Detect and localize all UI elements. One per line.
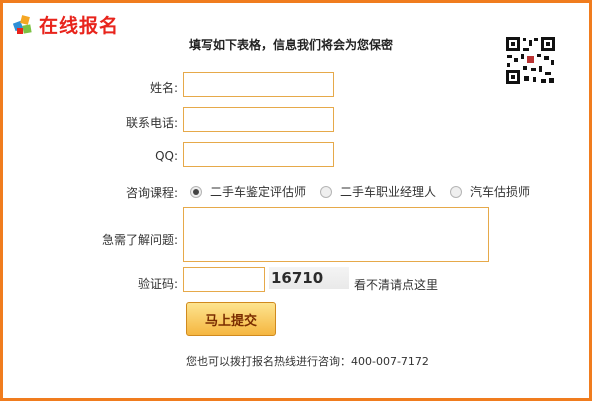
phone-input[interactable]	[183, 107, 334, 132]
name-label: 姓名:	[149, 81, 178, 95]
name-input[interactable]	[183, 72, 334, 97]
radio-button[interactable]	[190, 185, 202, 198]
qq-label: QQ:	[155, 149, 178, 163]
course-option-appraiser[interactable]: 二手车鉴定评估师	[190, 183, 306, 200]
question-label: 急需了解问题:	[101, 233, 178, 247]
radio-button[interactable]	[320, 185, 333, 198]
logo-cubes-icon	[12, 14, 35, 36]
captcha-label: 验证码:	[137, 277, 178, 291]
qq-input[interactable]	[183, 142, 334, 167]
logo: 在线报名	[12, 11, 120, 38]
course-option-label: 汽车估损师	[470, 185, 531, 199]
course-option-loss-assessor[interactable]: 汽车估损师	[450, 183, 530, 200]
hotline-text: 您也可以拨打报名热线进行咨询：400-007-7172	[186, 355, 429, 368]
captcha-image[interactable]: 16710	[269, 267, 349, 289]
course-option-manager[interactable]: 二手车职业经理人	[320, 183, 436, 200]
form-panel: 在线报名 填写如下表格，信息我们将会为您保密 姓名: 联系电话: QQ: 咨询课…	[0, 0, 592, 401]
question-textarea[interactable]	[183, 207, 489, 262]
course-option-label: 二手车职业经理人	[340, 185, 437, 199]
course-option-label: 二手车鉴定评估师	[210, 185, 307, 199]
phone-label: 联系电话:	[125, 116, 178, 130]
course-radio-group: 二手车鉴定评估师 二手车职业经理人 汽车估损师	[190, 183, 544, 200]
submit-button[interactable]: 马上提交	[186, 302, 276, 336]
logo-title: 在线报名	[39, 15, 120, 37]
privacy-note: 填写如下表格，信息我们将会为您保密	[189, 38, 394, 52]
course-label: 咨询课程:	[125, 186, 178, 200]
captcha-refresh-link[interactable]: 看不清请点这里	[354, 276, 438, 293]
radio-button[interactable]	[450, 185, 463, 198]
qr-code-icon	[505, 36, 556, 85]
captcha-input[interactable]	[183, 267, 265, 292]
